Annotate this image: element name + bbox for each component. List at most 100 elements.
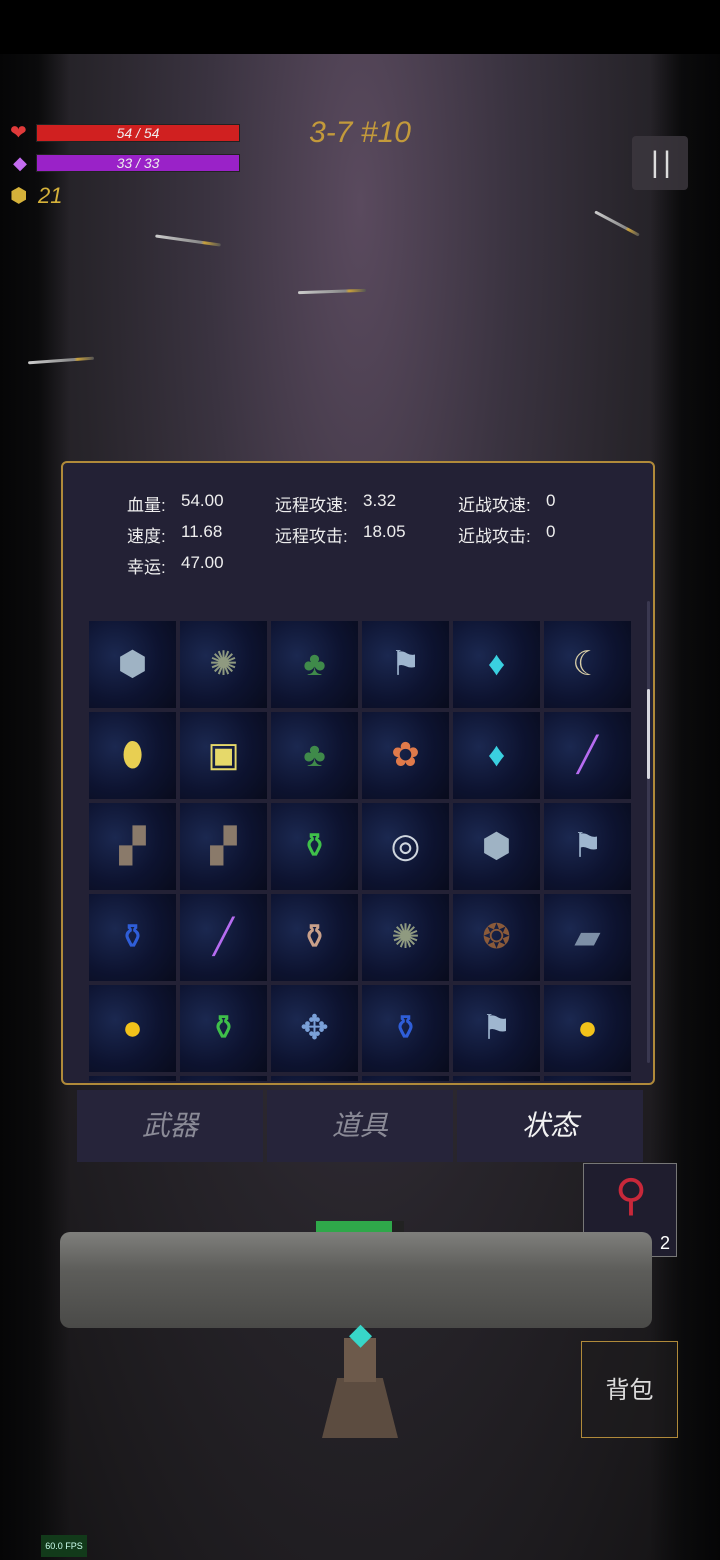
rune-card-icon: ▣: [207, 736, 240, 774]
green-potion-icon: ⚱: [300, 827, 329, 865]
inventory-slot[interactable]: ▣: [180, 712, 267, 799]
dragonfly-icon: ✥: [300, 1009, 329, 1047]
inventory-slot[interactable]: ⚱: [271, 803, 358, 890]
player-tower: ◆: [322, 1320, 398, 1438]
inventory-grid: ⬢ ✺ ♣ ⚑ ♦ ☾ ⬮ ▣ ♣ ✿ ♦ ╱ ▞ ▞ ⚱ ◎ ⬢ ⚑ ⚱ ╱ ⚱ ✺ ❂ ▰ ● ⚱ ✥ ⚱ ⚑ ●: [89, 621, 633, 1081]
left-foliage: [0, 54, 70, 1560]
sword-projectile: [594, 210, 640, 237]
inventory-slot[interactable]: ❂: [453, 894, 540, 981]
red-potion-icon: ⚲: [614, 1171, 648, 1220]
inventory-slot[interactable]: ▰: [544, 894, 631, 981]
tab-weapons[interactable]: 武器: [77, 1090, 263, 1162]
flag-icon: ⚑: [390, 645, 421, 683]
inventory-slot[interactable]: ●: [89, 985, 176, 1072]
tab-items[interactable]: 道具: [267, 1090, 453, 1162]
octopus-icon: ✺: [209, 645, 238, 683]
inventory-slot[interactable]: ⚑: [544, 803, 631, 890]
mana-row: ◆ 33 / 33: [10, 154, 240, 172]
inventory-slot[interactable]: ⬢: [89, 621, 176, 708]
coin-icon: ⬢: [10, 185, 28, 207]
inventory-slot[interactable]: ◎: [362, 803, 449, 890]
inventory-slot[interactable]: [453, 1076, 540, 1081]
inventory-scrollbar[interactable]: [647, 601, 650, 1063]
inventory-slot[interactable]: ☾: [544, 621, 631, 708]
hp-text: 54 / 54: [116, 125, 160, 141]
book-icon: ▰: [574, 918, 601, 956]
inventory-slot[interactable]: [544, 1076, 631, 1081]
pause-button[interactable]: | |: [632, 136, 688, 190]
inventory-slot[interactable]: ▞: [89, 803, 176, 890]
fps-counter: 60.0 FPS: [41, 1535, 87, 1557]
inventory-slot[interactable]: ⚱: [271, 894, 358, 981]
crystal-icon: ◆: [349, 1318, 373, 1351]
hp-bar: 54 / 54: [36, 124, 240, 142]
mana-bar: 33 / 33: [36, 154, 240, 172]
status-bar: [0, 0, 720, 54]
crystal-icon: ♦: [487, 736, 506, 774]
inventory-slot[interactable]: ✺: [180, 621, 267, 708]
stat-ranged-speed: 远程攻速: 3.32: [275, 491, 397, 515]
right-foliage: [650, 54, 720, 1560]
stat-melee-speed: 近战攻速: 0: [458, 491, 556, 515]
inventory-slot[interactable]: [180, 1076, 267, 1081]
inventory-slot[interactable]: ●: [544, 985, 631, 1072]
gold-coin-icon: ●: [122, 1009, 143, 1047]
level-indicator: 3-7 #10: [309, 116, 411, 149]
wand-icon: ╱: [577, 736, 598, 774]
hp-row: ❤ 54 / 54: [10, 123, 240, 143]
sword-projectile: [297, 288, 367, 295]
stat-ranged-attack: 远程攻击: 18.05: [275, 522, 406, 546]
stat-speed: 速度: 11.68: [127, 522, 223, 546]
inventory-slot[interactable]: ♣: [271, 712, 358, 799]
inventory-slot[interactable]: ♦: [453, 712, 540, 799]
blue-potion-icon: ⚱: [118, 918, 147, 956]
inventory-slot[interactable]: ⚑: [453, 985, 540, 1072]
inventory-slot[interactable]: ⚱: [362, 985, 449, 1072]
inventory-slot[interactable]: ♣: [271, 621, 358, 708]
vase-icon: ⚱: [300, 918, 329, 956]
mana-text: 33 / 33: [116, 155, 160, 171]
inventory-slot[interactable]: [362, 1076, 449, 1081]
inventory-slot[interactable]: ╱: [180, 894, 267, 981]
horn-icon: ☾: [572, 645, 603, 683]
thorn-crown-icon: ❂: [482, 918, 511, 956]
rock-icon: ⬢: [481, 827, 512, 865]
inventory-slot[interactable]: ⬮: [89, 712, 176, 799]
tower-base: [322, 1378, 398, 1438]
inventory-slot[interactable]: ♦: [453, 621, 540, 708]
tab-status[interactable]: 状态: [457, 1090, 643, 1162]
gold-crystal-icon: ⬮: [121, 736, 144, 774]
inventory-slot[interactable]: ✥: [271, 985, 358, 1072]
inventory-slot[interactable]: ⬢: [453, 803, 540, 890]
inventory-slot[interactable]: ▞: [180, 803, 267, 890]
inventory-slot[interactable]: [89, 1076, 176, 1081]
sword-projectile: [155, 234, 221, 247]
pause-icon: | |: [651, 146, 671, 179]
scrollbar-thumb[interactable]: [647, 688, 650, 779]
inventory-slot[interactable]: ⚱: [180, 985, 267, 1072]
green-potion-icon: ⚱: [209, 1009, 238, 1047]
stat-luck: 幸运: 47.00: [127, 553, 224, 577]
gold-row: ⬢ 21: [10, 183, 62, 209]
crystal-icon: ♦: [487, 645, 506, 683]
inventory-slot[interactable]: ⚑: [362, 621, 449, 708]
flower-wreath-icon: ✿: [391, 736, 420, 774]
mana-gem-icon: ◆: [13, 153, 27, 173]
inventory-slot[interactable]: ✿: [362, 712, 449, 799]
backpack-button[interactable]: 背包: [581, 1341, 678, 1438]
boots-icon: ▞: [210, 827, 237, 865]
clover-icon: ♣: [303, 645, 326, 683]
potion-count: 2: [659, 1233, 670, 1253]
inventory-slot[interactable]: ⚱: [89, 894, 176, 981]
clover-icon: ♣: [303, 736, 326, 774]
stat-hp: 血量: 54.00: [127, 491, 224, 515]
inventory-slot[interactable]: [271, 1076, 358, 1081]
stone-wall: [60, 1232, 652, 1328]
inventory-slot[interactable]: ✺: [362, 894, 449, 981]
gold-coin-icon: ●: [577, 1009, 598, 1047]
boots-icon: ▞: [119, 827, 146, 865]
octopus-icon: ✺: [391, 918, 420, 956]
wand-icon: ╱: [213, 918, 234, 956]
inventory-slot[interactable]: ╱: [544, 712, 631, 799]
stats-panel: 血量: 54.00 远程攻速: 3.32 近战攻速: 0 速度: 11.68 远程攻击:…: [61, 461, 655, 1085]
